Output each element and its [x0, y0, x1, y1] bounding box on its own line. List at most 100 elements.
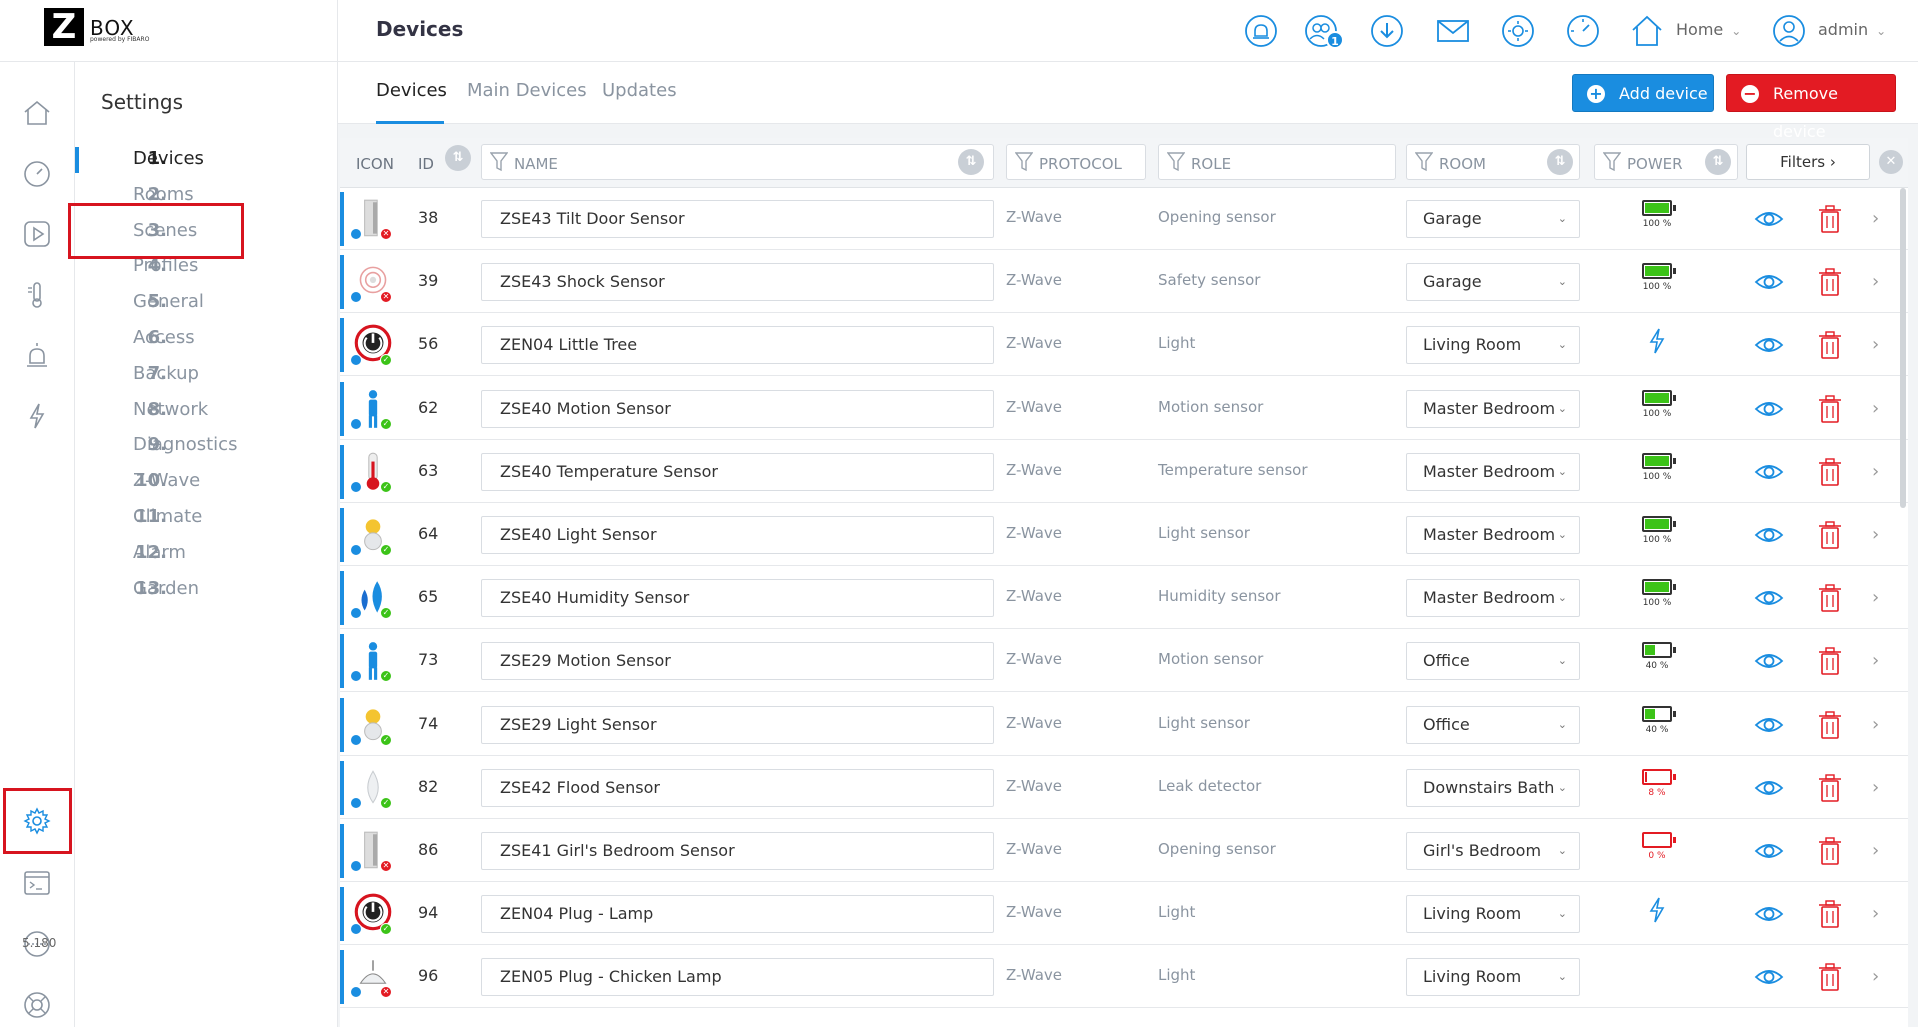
room-select[interactable]: Master Bedroom ⌄ [1406, 452, 1580, 491]
settings-item-diagnostics[interactable]: 9. Diagnostics [75, 428, 337, 464]
eye-icon[interactable] [1754, 583, 1784, 613]
trash-icon[interactable] [1818, 962, 1842, 992]
device-name-input[interactable]: ZSE40 Light Sensor [481, 516, 994, 554]
settings-item-alarm[interactable]: 12. Alarm [75, 536, 337, 572]
home-menu[interactable]: Home ⌄ [1676, 20, 1741, 39]
chevron-right-icon[interactable]: › [1872, 840, 1879, 861]
table-row[interactable]: ✓ 65 ZSE40 Humidity Sensor Z-Wave Humidity s… [340, 567, 1908, 630]
console-icon[interactable] [22, 868, 52, 898]
users-icon[interactable]: 1 [1304, 14, 1344, 49]
settings-item-garden[interactable]: 13. Garden [75, 572, 337, 608]
table-row[interactable]: ✕ 39 ZSE43 Shock Sensor Z-Wave Safety sensor… [340, 251, 1908, 314]
table-row[interactable]: ✓ 73 ZSE29 Motion Sensor Z-Wave Motion senso… [340, 630, 1908, 693]
chevron-right-icon[interactable]: › [1872, 461, 1879, 482]
mail-icon[interactable] [1436, 14, 1470, 48]
device-name-input[interactable]: ZEN04 Little Tree [481, 326, 994, 365]
chevron-right-icon[interactable]: › [1872, 334, 1879, 355]
thermometer-icon[interactable] [22, 280, 52, 310]
eye-icon[interactable] [1754, 773, 1784, 803]
trash-icon[interactable] [1818, 394, 1842, 424]
room-select[interactable]: Garage ⌄ [1406, 200, 1580, 238]
table-row[interactable]: ✓ 64 ZSE40 Light Sensor Z-Wave Light sensor M… [340, 504, 1908, 566]
device-name-input[interactable]: ZSE29 Light Sensor [481, 705, 994, 744]
eye-icon[interactable] [1754, 836, 1784, 866]
eye-icon[interactable] [1754, 646, 1784, 676]
sort-id-icon[interactable]: ⇅ [445, 145, 471, 171]
settings-item-access[interactable]: 6. Access [75, 321, 337, 357]
room-select[interactable]: Living Room ⌄ [1406, 326, 1580, 365]
table-row[interactable]: ✕ 96 ZEN05 Plug - Chicken Lamp Z-Wave Light L… [340, 946, 1908, 1009]
room-select[interactable]: Master Bedroom ⌄ [1406, 516, 1580, 554]
trash-icon[interactable] [1818, 267, 1842, 297]
chevron-right-icon[interactable]: › [1872, 524, 1879, 545]
table-row[interactable]: ✕ 38 ZSE43 Tilt Door Sensor Z-Wave Opening s… [340, 188, 1908, 250]
table-row[interactable]: ✓ 82 ZSE42 Flood Sensor Z-Wave Leak detector… [340, 756, 1908, 819]
trash-icon[interactable] [1818, 710, 1842, 740]
device-name-input[interactable]: ZSE40 Motion Sensor [481, 389, 994, 428]
power-filter[interactable]: POWER ⇅ [1594, 144, 1738, 180]
device-name-input[interactable]: ZSE42 Flood Sensor [481, 768, 994, 807]
sort-name-icon[interactable]: ⇅ [958, 149, 984, 175]
room-select[interactable]: Master Bedroom ⌄ [1406, 579, 1580, 618]
protocol-filter[interactable]: PROTOCOL [1006, 144, 1146, 180]
clock-icon[interactable] [22, 159, 52, 189]
chevron-right-icon[interactable]: › [1872, 587, 1879, 608]
settings-item-devices[interactable]: 1. Devices [75, 142, 337, 178]
chevron-right-icon[interactable]: › [1872, 714, 1879, 735]
play-icon[interactable] [22, 219, 52, 249]
trash-icon[interactable] [1818, 899, 1842, 929]
room-select[interactable]: Living Room ⌄ [1406, 958, 1580, 997]
room-select[interactable]: Master Bedroom ⌄ [1406, 389, 1580, 428]
chevron-right-icon[interactable]: › [1872, 903, 1879, 924]
energy-icon[interactable] [22, 401, 52, 431]
room-select[interactable]: Office ⌄ [1406, 642, 1580, 681]
settings-item-backup[interactable]: 7. Backup [75, 357, 337, 393]
device-name-input[interactable]: ZEN05 Plug - Chicken Lamp [481, 958, 994, 997]
chevron-right-icon[interactable]: › [1872, 398, 1879, 419]
trash-icon[interactable] [1818, 646, 1842, 676]
device-name-input[interactable]: ZSE43 Tilt Door Sensor [481, 200, 994, 238]
tab-updates[interactable]: Updates [602, 80, 677, 101]
eye-icon[interactable] [1754, 330, 1784, 360]
room-select[interactable]: Living Room ⌄ [1406, 895, 1580, 934]
eye-icon[interactable] [1754, 267, 1784, 297]
eye-icon[interactable] [1754, 457, 1784, 487]
table-scrollbar[interactable] [1900, 188, 1906, 508]
table-row[interactable]: ✓ 56 ZEN04 Little Tree Z-Wave Light Living Ro… [340, 314, 1908, 377]
trash-icon[interactable] [1818, 836, 1842, 866]
clear-filters-icon[interactable]: ✕ [1879, 150, 1903, 174]
home-icon[interactable] [22, 98, 52, 128]
settings-item-climate[interactable]: 11. Climate [75, 500, 337, 536]
chevron-right-icon[interactable]: › [1872, 271, 1879, 292]
trash-icon[interactable] [1818, 457, 1842, 487]
chevron-right-icon[interactable]: › [1872, 966, 1879, 987]
settings-item-z-wave[interactable]: 10. Z-Wave [75, 464, 337, 500]
eye-icon[interactable] [1754, 710, 1784, 740]
add-device-button[interactable]: + Add device [1572, 74, 1714, 112]
device-name-input[interactable]: ZSE41 Girl's Bedroom Sensor [481, 832, 994, 870]
eye-icon[interactable] [1754, 394, 1784, 424]
weather-icon[interactable] [1501, 14, 1535, 48]
table-row[interactable]: ✓ 94 ZEN04 Plug - Lamp Z-Wave Light Living Ro… [340, 883, 1908, 946]
device-name-input[interactable]: ZSE40 Humidity Sensor [481, 579, 994, 618]
eye-icon[interactable] [1754, 520, 1784, 550]
device-name-input[interactable]: ZSE43 Shock Sensor [481, 263, 994, 302]
table-row[interactable]: ✓ 62 ZSE40 Motion Sensor Z-Wave Motion senso… [340, 377, 1908, 440]
room-select[interactable]: Office ⌄ [1406, 705, 1580, 744]
settings-item-network[interactable]: 8. Network [75, 393, 337, 429]
room-filter[interactable]: ROOM ⇅ [1406, 144, 1580, 180]
table-row[interactable]: ✓ 74 ZSE29 Light Sensor Z-Wave Light sensor O… [340, 693, 1908, 756]
trash-icon[interactable] [1818, 583, 1842, 613]
tab-main-devices[interactable]: Main Devices [467, 80, 587, 101]
alarm-icon[interactable] [1244, 14, 1278, 48]
room-select[interactable]: Girl's Bedroom ⌄ [1406, 832, 1580, 870]
table-row[interactable]: ✕ 86 ZSE41 Girl's Bedroom Sensor Z-Wave Open… [340, 820, 1908, 882]
sort-power-icon[interactable]: ⇅ [1705, 149, 1731, 175]
name-filter[interactable]: NAME ⇅ [481, 144, 994, 180]
role-filter[interactable]: ROLE [1158, 144, 1396, 180]
tab-devices[interactable]: Devices [376, 80, 447, 101]
alarm-icon[interactable] [22, 341, 52, 371]
chevron-right-icon[interactable]: › [1872, 650, 1879, 671]
device-name-input[interactable]: ZEN04 Plug - Lamp [481, 895, 994, 934]
sort-room-icon[interactable]: ⇅ [1547, 149, 1573, 175]
